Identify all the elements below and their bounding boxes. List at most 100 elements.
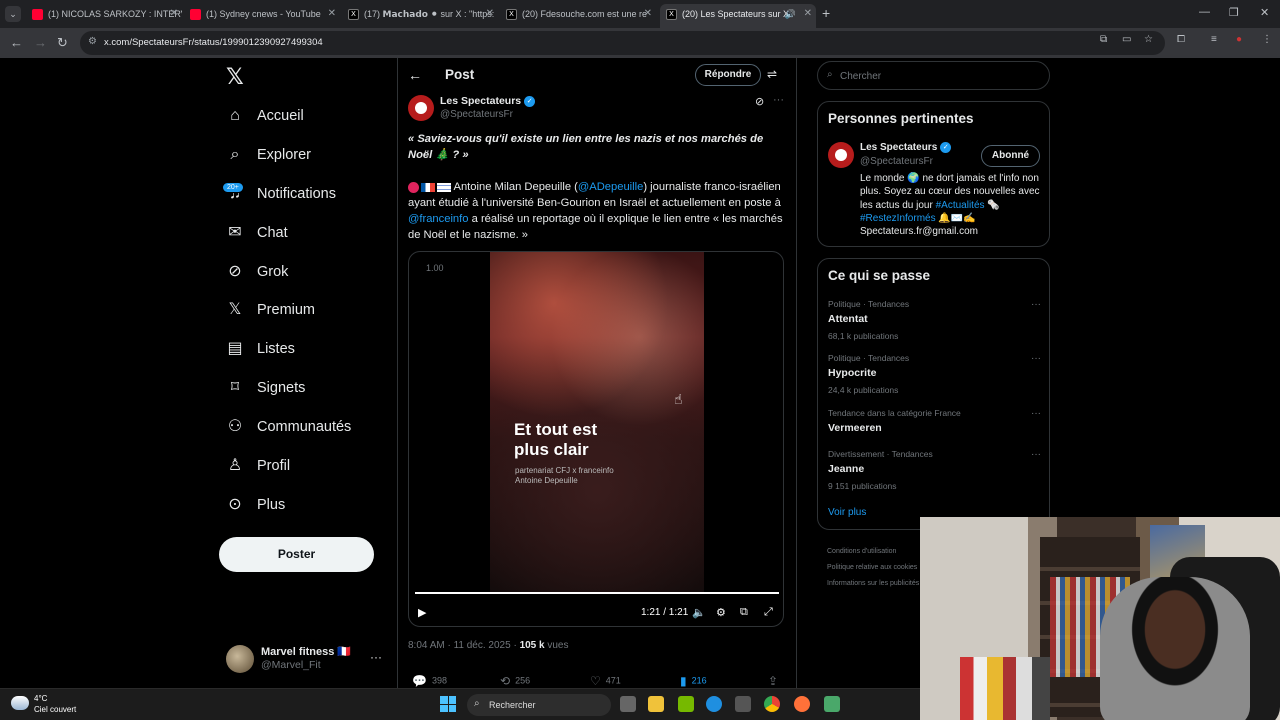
back-arrow-icon[interactable]: ←	[408, 67, 422, 83]
avatar[interactable]	[226, 645, 254, 673]
weather-description[interactable]: Ciel couvert	[34, 705, 76, 714]
trend-item[interactable]: Politique · Tendances Attentat 68,1 k publ…	[828, 299, 1043, 341]
more-icon[interactable]: ···	[370, 650, 382, 664]
more-icon[interactable]: ···	[1031, 299, 1041, 310]
sidebar-item-listes[interactable]: ▤ Listes	[226, 335, 294, 363]
footer-link[interactable]: Conditions d'utilisation	[827, 544, 919, 560]
minimize-icon[interactable]: —	[1199, 6, 1210, 18]
settings-icon[interactable]: ⚙	[716, 606, 726, 619]
footer-link[interactable]: Politique relative aux cookies	[827, 560, 919, 576]
browser-tab[interactable]: X (20) Fdesouche.com est une re ✕	[500, 4, 656, 24]
menu-icon[interactable]: ⋮	[1262, 34, 1272, 45]
trend-item[interactable]: Tendance dans la catégorie France Vermeer…	[828, 408, 1043, 434]
browser-tab[interactable]: (1) NICOLAS SARKOZY : INTERV ✕	[26, 4, 182, 24]
site-info-icon[interactable]: ⚙	[88, 36, 97, 47]
app-icon[interactable]	[824, 696, 840, 712]
reply-stat[interactable]: 💬 398	[412, 674, 447, 688]
start-icon[interactable]	[440, 696, 456, 712]
new-tab-icon[interactable]: +	[822, 5, 830, 21]
account-handle[interactable]: @Marvel_Fit	[261, 659, 321, 671]
file-explorer-icon[interactable]	[648, 696, 664, 712]
author-avatar[interactable]	[408, 95, 434, 121]
back-icon[interactable]: ←	[10, 35, 23, 50]
mention-link[interactable]: @franceinfo	[408, 213, 469, 225]
tab-search-icon[interactable]: ⌄	[5, 6, 21, 22]
speaker-icon[interactable]: 🔊	[785, 4, 796, 24]
sidebar-item-chat[interactable]: ✉ Chat	[226, 219, 287, 247]
sliders-icon[interactable]: ⇌	[767, 67, 777, 81]
reload-icon[interactable]: ↻	[57, 35, 68, 51]
sidebar-item-premium[interactable]: 𝕏 Premium	[226, 296, 315, 324]
extensions-icon[interactable]: ⧠	[1177, 34, 1185, 45]
account-name[interactable]: Marvel fitness 🇫🇷	[261, 645, 351, 658]
taskbar-search[interactable]: ⌕ Rechercher	[467, 694, 611, 716]
chrome-icon[interactable]	[764, 696, 780, 712]
store-icon[interactable]	[735, 696, 751, 712]
x-logo-icon[interactable]: 𝕏	[226, 64, 244, 90]
browser-tab[interactable]: (1) Sydney cnews - YouTube ✕	[184, 4, 340, 24]
cast-icon[interactable]: ▭	[1122, 34, 1131, 45]
following-button[interactable]: Abonné	[981, 145, 1040, 167]
edge-icon[interactable]	[706, 696, 722, 712]
weather-icon[interactable]	[11, 696, 29, 710]
task-view-icon[interactable]	[620, 696, 636, 712]
sidebar-item-grok[interactable]: ⊘ Grok	[226, 258, 288, 286]
sidebar-item-explorer[interactable]: ⌕ Explorer	[226, 141, 311, 169]
maximize-icon[interactable]: ❐	[1229, 6, 1239, 19]
post-timestamp[interactable]: 8:04 AM · 11 déc. 2025 ·	[408, 640, 520, 651]
install-icon[interactable]: ⧉	[1100, 34, 1107, 45]
sidebar-item-profil[interactable]: ♙ Profil	[226, 452, 290, 480]
forward-icon[interactable]: →	[34, 35, 47, 50]
address-bar[interactable]: ⚙ x.com/SpectateursFr/status/19990123909…	[80, 31, 1165, 55]
see-more-link[interactable]: Voir plus	[828, 507, 866, 518]
more-icon[interactable]: ···	[773, 94, 784, 106]
bookmark-stat[interactable]: ▮ 216	[680, 674, 707, 688]
video-player[interactable]: 1.00 Et tout est plus clair partenariat …	[408, 251, 784, 627]
more-icon[interactable]: ···	[1031, 449, 1041, 460]
profile-avatar-icon[interactable]: ●	[1236, 34, 1242, 45]
temperature[interactable]: 4°C	[34, 694, 47, 703]
firefox-icon[interactable]	[794, 696, 810, 712]
grok-icon[interactable]: ⊘	[755, 95, 764, 108]
more-icon[interactable]: ···	[1031, 408, 1041, 419]
trend-item[interactable]: Divertissement · Tendances Jeanne 9 151 pu…	[828, 449, 1043, 491]
share-icon[interactable]: ⇪	[768, 674, 783, 688]
trend-item[interactable]: Politique · Tendances Hypocrite 24,4 k pub…	[828, 353, 1043, 395]
relevant-handle[interactable]: @SpectateursFr	[860, 156, 933, 167]
volume-icon[interactable]: 🔈	[692, 606, 706, 619]
pip-icon[interactable]: ⧉	[740, 606, 748, 619]
more-icon[interactable]: ···	[1031, 353, 1041, 364]
close-icon[interactable]: ✕	[486, 4, 494, 24]
like-stat[interactable]: ♡ 471	[590, 674, 621, 688]
sidebar-item-communautés[interactable]: ⚇ Communautés	[226, 413, 351, 441]
close-icon[interactable]: ✕	[328, 4, 336, 24]
browser-tab[interactable]: X (17) 𝗠𝗮𝗰𝗵𝗮𝗱𝗼 ⚫ sur X : "https: ✕	[342, 4, 498, 24]
close-icon[interactable]: ✕	[644, 4, 652, 24]
hashtag-link[interactable]: #RestezInformés	[860, 213, 936, 224]
author-name[interactable]: Les Spectateurs ✓	[440, 95, 536, 107]
close-icon[interactable]: ✕	[170, 4, 178, 24]
author-handle[interactable]: @SpectateursFr	[440, 109, 513, 120]
video-progress-bar[interactable]	[415, 592, 779, 594]
repost-stat[interactable]: ⟲ 256	[500, 674, 530, 688]
window-close-icon[interactable]: ✕	[1260, 6, 1269, 19]
hashtag-link[interactable]: #Actualités	[936, 200, 985, 211]
sidebar-item-accueil[interactable]: ⌂ Accueil	[226, 102, 304, 130]
sidebar-item-plus[interactable]: ⊙ Plus	[226, 491, 285, 519]
footer-link[interactable]: Informations sur les publicités	[827, 576, 919, 592]
sidebar-item-signets[interactable]: ⌑ Signets	[226, 374, 305, 402]
close-icon[interactable]: ✕	[804, 4, 812, 24]
fullscreen-icon[interactable]: ⤢	[764, 606, 773, 619]
mention-link[interactable]: @ADepeuille	[578, 181, 643, 193]
nvidia-icon[interactable]	[678, 696, 694, 712]
relevant-name[interactable]: Les Spectateurs ✓	[860, 142, 952, 153]
france-flag-icon	[421, 182, 435, 192]
reply-button[interactable]: Répondre	[695, 64, 761, 86]
reading-list-icon[interactable]: ≡	[1211, 34, 1217, 45]
play-icon[interactable]: ▶	[418, 606, 426, 619]
star-icon[interactable]: ☆	[1144, 34, 1153, 45]
post-button[interactable]: Poster	[219, 537, 374, 572]
search-box[interactable]: ⌕ Chercher	[817, 61, 1050, 90]
relevant-avatar[interactable]	[828, 142, 854, 168]
browser-tab-active[interactable]: X (20) Les Spectateurs sur X 🔊 ✕	[660, 4, 816, 28]
